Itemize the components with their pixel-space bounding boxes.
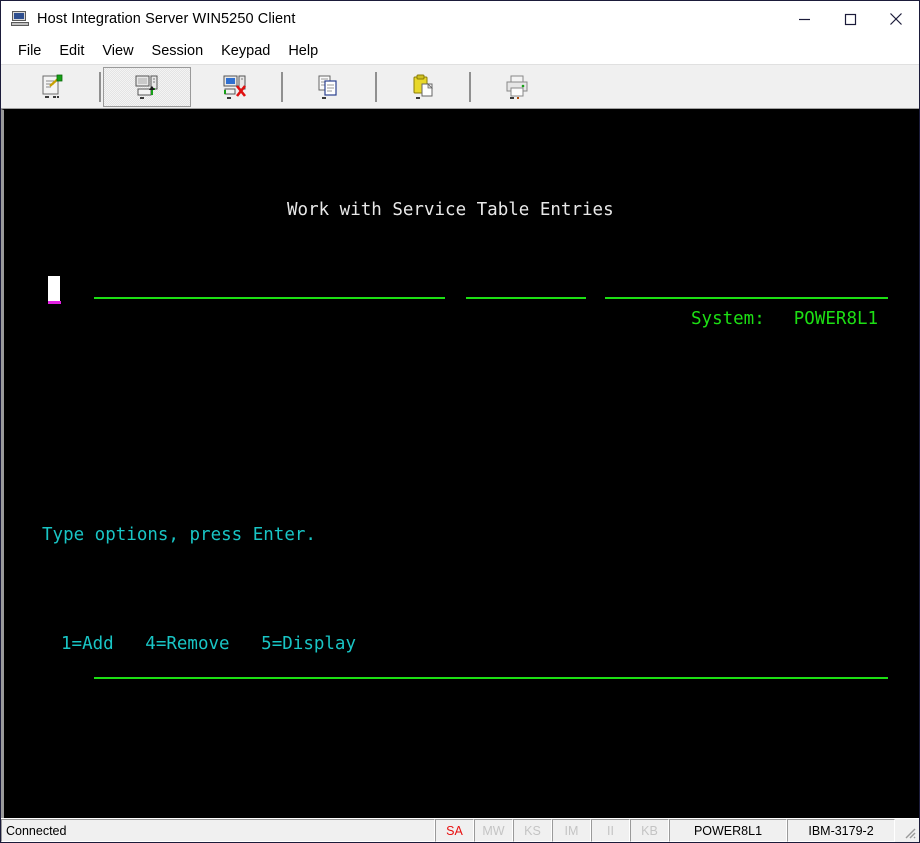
- terminal-computer-icon: [11, 11, 29, 27]
- system-label: System:: [4, 309, 765, 329]
- status-indicator-sa: SA: [435, 819, 474, 842]
- status-indicator-ii: II: [591, 819, 630, 842]
- toolbar-separator: [99, 72, 101, 102]
- terminal-line-options: 1=Add 4=Remove 5=Display: [4, 631, 919, 658]
- terminal-line-blank: [4, 414, 919, 441]
- system-name: POWER8L1: [765, 309, 878, 329]
- menu-bar: File Edit View Session Keypad Help: [1, 37, 919, 65]
- toolbar-separator: [469, 72, 471, 102]
- terminal-cursor: [48, 276, 60, 301]
- terminal-content: Work with Service Table Entries System:P…: [4, 110, 919, 818]
- window-title: Host Integration Server WIN5250 Client: [37, 11, 295, 27]
- menu-item-edit[interactable]: Edit: [50, 41, 93, 61]
- close-icon[interactable]: [873, 1, 919, 37]
- status-indicator-kb: KB: [630, 819, 669, 842]
- application-window: Host Integration Server WIN5250 Client F…: [0, 0, 920, 843]
- connect-session-icon: [132, 73, 162, 101]
- maximize-icon[interactable]: [827, 1, 873, 37]
- terminal-screen[interactable]: Work with Service Table Entries System:P…: [1, 109, 919, 818]
- status-connection: Connected: [1, 819, 435, 842]
- terminal-line-instruction: Type options, press Enter.: [4, 522, 919, 549]
- print-button[interactable]: [473, 67, 561, 107]
- menu-item-session[interactable]: Session: [143, 41, 213, 61]
- status-indicator-mw: MW: [474, 819, 513, 842]
- paste-clipboard-icon: [408, 73, 438, 101]
- connect-button[interactable]: [103, 67, 191, 107]
- menu-item-file[interactable]: File: [9, 41, 50, 61]
- disconnect-session-icon: [220, 73, 250, 101]
- service-column-rule: [94, 297, 445, 299]
- session-properties-button[interactable]: [9, 67, 97, 107]
- menu-item-help[interactable]: Help: [279, 41, 327, 61]
- window-controls: [781, 1, 919, 37]
- terminal-line-title: Work with Service Table Entries: [4, 197, 919, 224]
- copy-icon: [314, 73, 344, 101]
- minimize-icon[interactable]: [781, 1, 827, 37]
- document-properties-icon: [38, 73, 68, 101]
- toolbar-separator: [375, 72, 377, 102]
- status-indicator-ks: KS: [513, 819, 552, 842]
- title-bar: Host Integration Server WIN5250 Client: [1, 1, 919, 37]
- menu-item-view[interactable]: View: [93, 41, 142, 61]
- status-system-name: POWER8L1: [669, 819, 787, 842]
- toolbar-separator: [281, 72, 283, 102]
- command-line-rule: [94, 677, 888, 679]
- options-text: 1=Add 4=Remove 5=Display: [4, 634, 356, 654]
- instruction-text: Type options, press Enter.: [4, 525, 316, 545]
- status-bar: Connected SA MW KS IM II KB POWER8L1 IBM…: [1, 818, 919, 842]
- toolbar: [1, 65, 919, 109]
- port-column-rule: [466, 297, 586, 299]
- printer-icon: [502, 73, 532, 101]
- status-terminal-type: IBM-3179-2: [787, 819, 895, 842]
- terminal-line-system: System:POWER8L1: [4, 306, 919, 333]
- screen-title: Work with Service Table Entries: [4, 200, 614, 220]
- resize-grip-icon[interactable]: [895, 819, 919, 842]
- protocol-column-rule: [605, 297, 888, 299]
- copy-button[interactable]: [285, 67, 373, 107]
- disconnect-button[interactable]: [191, 67, 279, 107]
- terminal-line-blank: [4, 739, 919, 766]
- status-indicator-im: IM: [552, 819, 591, 842]
- paste-button[interactable]: [379, 67, 467, 107]
- menu-item-keypad[interactable]: Keypad: [212, 41, 279, 61]
- terminal-cursor-underline: [48, 301, 61, 304]
